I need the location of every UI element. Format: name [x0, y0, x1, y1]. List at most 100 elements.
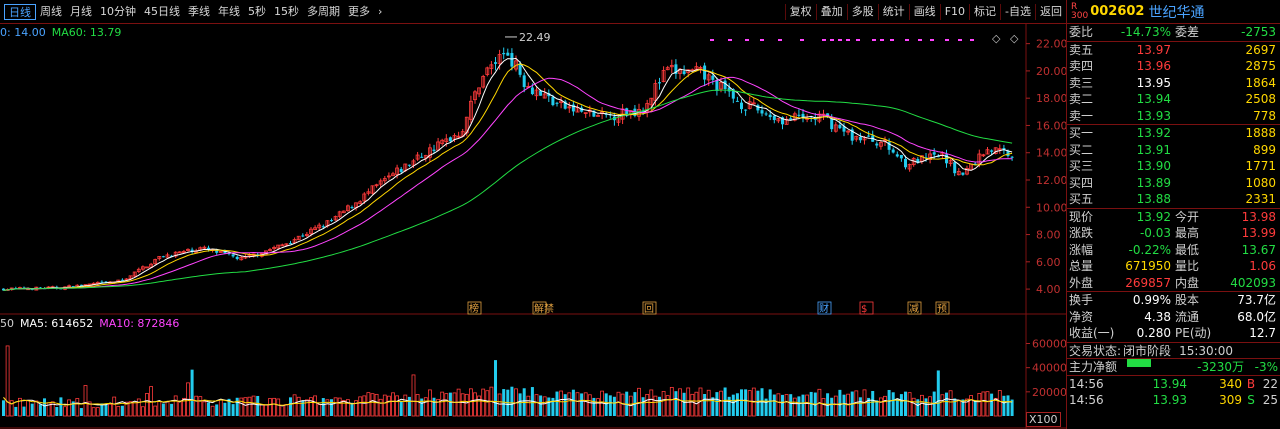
activity-dot — [905, 39, 909, 41]
stock-header: R 300 002602 世纪华通 — [1067, 0, 1280, 24]
volume-bar — [276, 398, 281, 417]
bids-row[interactable]: 买一 13.92 1888 — [1067, 125, 1280, 142]
volume-bar — [370, 393, 375, 417]
price-axis-label: 12.00 — [1036, 174, 1066, 187]
quote-panel: R 300 002602 世纪华通 委比 -14.73% 委差 -2753 卖五… — [1066, 0, 1280, 429]
period-toolbar: 日线 周线 月线 10分钟 45日线 季线 年线 5秒 15秒 多周期 更多 › 复权 叠加 多股 统计 画线… — [0, 0, 1066, 24]
volume-bar — [55, 406, 59, 416]
asks-volume: 2697 — [1245, 42, 1276, 57]
kline-chart[interactable]: 22.00 20.00 18.00 16.00 14.00 12.00 10.00 8.00 6… — [0, 24, 1068, 429]
fund-label: 净资 — [1069, 309, 1094, 324]
tick-time: 14:56 — [1069, 376, 1104, 391]
period-tab[interactable]: 更多 — [344, 4, 374, 20]
candle-body — [772, 115, 776, 121]
period-tab[interactable]: 15秒 — [270, 4, 303, 20]
volume-bar — [871, 390, 875, 416]
bids-row[interactable]: 买二 13.91 899 — [1067, 142, 1280, 159]
asks-row[interactable]: 卖四 13.96 2875 — [1067, 58, 1280, 75]
period-tab[interactable]: 多周期 — [303, 4, 344, 20]
tool-button[interactable]: 统计 — [877, 4, 909, 20]
stock-name[interactable]: 世纪华通 — [1148, 2, 1204, 22]
activity-dot — [890, 39, 894, 41]
x100-unit[interactable]: X100 — [1026, 412, 1061, 427]
volume-bar — [911, 397, 916, 417]
quote-value2: 402093 — [1230, 275, 1276, 290]
tool-button[interactable]: 多股 — [846, 4, 878, 20]
volume-bar — [460, 393, 465, 417]
bids-row[interactable]: 买三 13.90 1771 — [1067, 158, 1280, 175]
volume-bar — [620, 393, 625, 417]
fund-label2: 股本 — [1175, 293, 1200, 307]
volume-bar — [34, 400, 39, 417]
period-tab[interactable]: 10分钟 — [96, 4, 140, 20]
activity-dot — [918, 39, 922, 41]
asks-price: 13.93 — [1136, 108, 1171, 123]
tool-button[interactable]: F10 — [939, 4, 969, 20]
period-tab[interactable]: 年线 — [214, 4, 244, 20]
volume-bar — [362, 395, 367, 417]
volume-bar — [547, 397, 551, 416]
asks-price: 13.95 — [1136, 75, 1171, 90]
volume-bar — [399, 401, 403, 416]
activity-dot — [710, 39, 714, 41]
candle-body — [682, 71, 686, 75]
fund-label2: 流通 — [1175, 309, 1200, 324]
tool-button[interactable]: 标记 — [969, 4, 1000, 20]
tool-button[interactable]: 复权 — [784, 4, 816, 20]
volume-bar — [715, 392, 719, 416]
event-marker: 财 — [819, 302, 829, 315]
asks-row[interactable]: 卖三 13.95 1864 — [1067, 75, 1280, 92]
bids-row[interactable]: 买五 13.88 2331 — [1067, 191, 1280, 208]
volume-bar — [658, 396, 661, 416]
more-arrow-icon[interactable]: › — [374, 4, 386, 20]
quote-value2: 13.67 — [1241, 242, 1276, 257]
tick-volume: 340 — [1219, 376, 1242, 391]
main-fund-row[interactable]: 主力净额 -3230万 -3% — [1067, 358, 1280, 375]
diamond-icon: ◇ — [1010, 32, 1019, 45]
candle-body — [932, 152, 936, 155]
volume-bar — [948, 390, 953, 417]
asks-row[interactable]: 卖二 13.94 2508 — [1067, 91, 1280, 108]
period-tab[interactable]: 45日线 — [140, 4, 184, 20]
volume-bar — [30, 403, 34, 416]
volume-bar — [235, 397, 239, 416]
candle-body — [867, 135, 871, 137]
volume-bar — [366, 392, 371, 417]
candle-body — [797, 114, 801, 116]
period-tab[interactable]: 季线 — [184, 4, 214, 20]
volume-bar — [990, 393, 994, 416]
tick-count: 25 — [1262, 392, 1278, 407]
volume-bar — [403, 394, 408, 417]
volume-bar — [768, 389, 772, 416]
activity-dot — [970, 39, 974, 41]
volume-bar — [883, 395, 887, 417]
kline-svg[interactable]: 22.00 20.00 18.00 16.00 14.00 12.00 10.00 8.00 6… — [0, 24, 1068, 429]
asks-row[interactable]: 卖五 13.97 2697 — [1067, 42, 1280, 59]
candle-body — [904, 158, 907, 168]
volume-bar — [280, 404, 285, 417]
volume-bar — [202, 401, 207, 417]
period-tab[interactable]: 周线 — [36, 4, 66, 20]
quote-row: 外盘 269857 内盘 402093 — [1067, 275, 1280, 292]
volume-bar — [59, 397, 63, 416]
volume-bar — [374, 393, 379, 417]
tool-button[interactable]: -自选 — [1000, 4, 1035, 20]
volume-bar — [136, 398, 141, 417]
period-tab[interactable]: 5秒 — [244, 4, 270, 20]
volume-bar — [891, 392, 895, 416]
bids-row[interactable]: 买四 13.89 1080 — [1067, 175, 1280, 192]
candle-body — [953, 162, 957, 174]
ma5-line — [3, 57, 1013, 291]
candle-body — [740, 102, 743, 110]
volume-bar — [690, 393, 695, 417]
volume-bar — [477, 395, 482, 417]
tool-button[interactable]: 返回 — [1035, 4, 1066, 20]
volume-bar — [706, 389, 711, 417]
volume-bar — [559, 390, 563, 417]
period-tab[interactable]: 月线 — [66, 4, 96, 20]
asks-row[interactable]: 卖一 13.93 778 — [1067, 108, 1280, 125]
weibi-row: 委比 -14.73% 委差 -2753 — [1067, 24, 1280, 41]
period-tab[interactable]: 日线 — [4, 4, 36, 20]
tool-button[interactable]: 画线 — [908, 4, 940, 20]
tool-button[interactable]: 叠加 — [815, 4, 847, 20]
